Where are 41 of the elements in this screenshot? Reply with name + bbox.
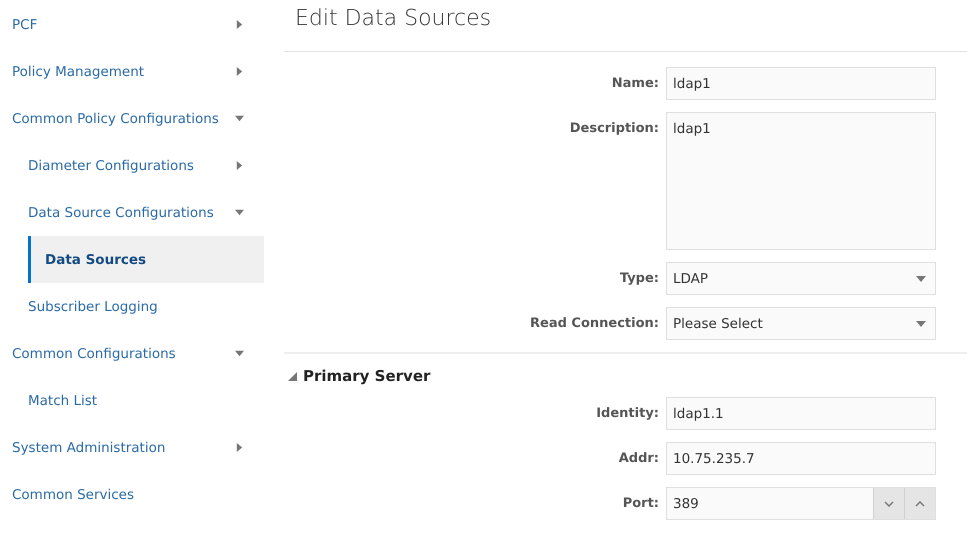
sidebar-item[interactable]: Data Source Configurations — [0, 189, 264, 236]
page-title: Edit Data Sources — [294, 5, 492, 33]
sidebar-item[interactable]: Common Services — [0, 471, 264, 518]
sidebar-item[interactable]: Common Policy Configurations — [0, 95, 264, 142]
caret-down-icon — [235, 114, 244, 123]
field-label: Port: — [622, 495, 660, 513]
sidebar-item[interactable]: Policy Management — [0, 48, 264, 95]
field-label: Addr: — [618, 450, 660, 468]
field-label: Description: — [568, 120, 660, 138]
increment-button[interactable] — [904, 488, 935, 519]
field-label: Name: — [610, 75, 660, 93]
sidebar-item[interactable]: Data Sources — [28, 236, 264, 283]
field-label: Read Connection: — [529, 315, 660, 333]
caret-right-icon — [235, 443, 244, 452]
sidebar-item[interactable]: Subscriber Logging — [0, 283, 264, 330]
number-field[interactable]: 389 — [666, 487, 936, 520]
caret-down-icon — [916, 276, 926, 282]
caret-right-icon — [235, 161, 244, 170]
dropdown[interactable]: LDAP — [666, 262, 936, 295]
chevron-down-icon — [884, 500, 894, 506]
section-title: Primary Server — [303, 367, 430, 385]
sidebar-item[interactable]: Diameter Configurations — [0, 142, 264, 189]
decrement-button[interactable] — [873, 488, 904, 519]
input-field[interactable]: 10.75.235.7 — [666, 442, 936, 475]
field-label: Identity: — [595, 405, 660, 423]
caret-down-icon — [235, 208, 244, 217]
caret-down-icon — [916, 320, 926, 326]
sidebar-item[interactable]: Match List — [0, 377, 264, 424]
caret-down-icon — [235, 349, 244, 358]
caret-right-icon — [235, 20, 244, 29]
chevron-up-icon — [915, 500, 925, 506]
sidebar-item[interactable]: Common Configurations — [0, 330, 264, 377]
dropdown[interactable]: Please Select — [666, 307, 936, 340]
input-field[interactable]: ldap1 — [666, 67, 936, 100]
caret-right-icon — [235, 67, 244, 76]
field-label: Type: — [618, 270, 660, 288]
sidebar-item[interactable]: PCF — [0, 1, 264, 48]
input-field[interactable]: ldap1.1 — [666, 397, 936, 430]
collapse-icon[interactable] — [288, 372, 297, 380]
text-area[interactable]: ldap1 — [666, 112, 936, 250]
sidebar-item[interactable]: System Administration — [0, 424, 264, 471]
